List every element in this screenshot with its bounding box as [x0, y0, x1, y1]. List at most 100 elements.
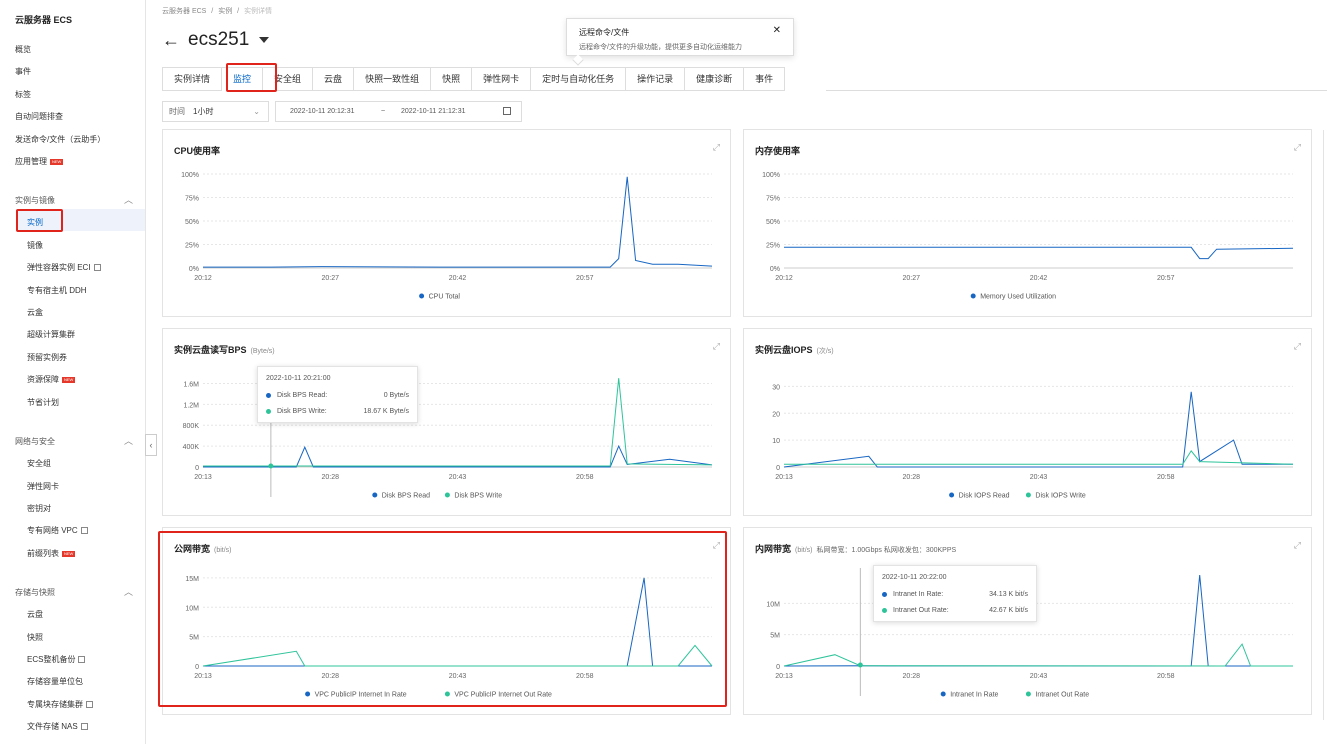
tooltip-time: 2022-10-11 20:22:00 [882, 574, 947, 581]
chart-extra-info: 私网带宽：1.00Gbps 私网收发包：300KPPS [816, 547, 957, 554]
chart-svg: 1.6M 1.2M 800K 400K 0 20:13 20:28 20:43 20:58 Dis… [183, 369, 713, 500]
sidebar-item-nas[interactable]: 文件存储 NAS [27, 721, 88, 732]
legend-dot [1025, 492, 1031, 498]
sidebar-item-security-groups[interactable]: 安全组 [27, 458, 51, 469]
sidebar-item-disks[interactable]: 云盘 [27, 609, 43, 620]
chevron-down-icon: ⌄ [253, 107, 260, 116]
chevron-up-icon[interactable]: ︿ [124, 585, 133, 598]
chevron-up-icon[interactable]: ︿ [124, 193, 133, 206]
breadcrumb-ecs[interactable]: 云服务器 ECS [162, 8, 206, 15]
sidebar-item-images[interactable]: 镜像 [27, 240, 43, 251]
hover-point [268, 463, 274, 469]
sidebar-item-label: 弹性容器实例 ECI [27, 263, 91, 272]
sidebar-item-prefix-lists[interactable]: 前缀列表 NEW [27, 548, 76, 559]
legend-dot [949, 492, 955, 498]
breadcrumb-instances[interactable]: 实例 [218, 8, 232, 15]
sidebar-title: 云服务器 ECS [15, 15, 73, 25]
sidebar-item-auto-troubleshoot[interactable]: 自动问题排查 [15, 111, 63, 122]
chart-title-text: CPU使用率 [174, 146, 221, 156]
sidebar-item-ddh[interactable]: 专有宿主机 DDH [27, 285, 87, 296]
sidebar-item-eni[interactable]: 弹性网卡 [27, 481, 59, 492]
tooltip-time: 2022-10-11 20:21:00 [266, 375, 331, 382]
chevron-up-icon[interactable]: ︿ [124, 434, 133, 447]
external-link-icon [80, 527, 88, 535]
back-arrow-icon[interactable]: ← [162, 30, 180, 50]
sidebar-item-ecs-backup[interactable]: ECS整机备份 [27, 654, 86, 665]
tab-snapshots[interactable]: 快照 [431, 67, 473, 91]
sidebar-item-label: 资源保障 [27, 375, 59, 384]
expand-icon[interactable]: ⤢ [713, 142, 720, 153]
sidebar-item-overview[interactable]: 概览 [15, 44, 31, 55]
sidebar-item-super-computing[interactable]: 超级计算集群 [27, 329, 75, 340]
sidebar-item-eci[interactable]: 弹性容器实例 ECI [27, 262, 101, 273]
y-tick-label: 25% [766, 243, 780, 250]
y-tick-label: 0% [189, 266, 199, 273]
tooltip-value: 0 Byte/s [383, 392, 409, 399]
tab-events[interactable]: 事件 [744, 67, 786, 91]
chart-unit: (次/s) [816, 348, 834, 355]
sidebar-item-vpc[interactable]: 专有网络 VPC [27, 525, 88, 536]
legend-dot [266, 392, 271, 398]
y-tick-label: 800K [183, 423, 200, 430]
sidebar-item-resource-assurance[interactable]: 资源保障 NEW [27, 374, 76, 385]
popover-arrow [572, 54, 584, 66]
breadcrumb: 云服务器 ECS / 实例 / 实例详情 [162, 6, 275, 16]
external-link-icon [86, 701, 93, 709]
legend-dot [882, 591, 887, 597]
chart-card-disk-bps: 1.6M 1.2M 800K 400K 0 20:13 20:28 20:43 20:58 Dis… [162, 328, 731, 516]
tab-health-diagnosis[interactable]: 健康诊断 [685, 67, 745, 91]
sidebar-item-savings-plan[interactable]: 节省计划 [27, 397, 59, 408]
tab-snapshot-consistency-groups[interactable]: 快照一致性组 [354, 67, 432, 91]
sidebar-group-instances-images[interactable]: 实例与镜像 [15, 195, 55, 206]
sidebar-group-storage-snapshots[interactable]: 存储与快照 [15, 587, 55, 598]
sidebar-item-tags[interactable]: 标签 [15, 89, 31, 100]
series-line [784, 246, 1294, 260]
legend-label: CPU Total [429, 294, 461, 301]
sidebar-item-key-pairs[interactable]: 密钥对 [27, 503, 51, 514]
x-tick-label: 20:27 [902, 275, 920, 282]
y-tick-label: 50% [185, 219, 199, 226]
sidebar-item-label: ECS整机备份 [27, 655, 76, 664]
highlight-box-public-bandwidth [158, 531, 727, 707]
x-tick-label: 20:43 [1030, 474, 1048, 481]
date-range-picker[interactable]: 2022-10-11 20:12:31 ~ 2022-10-11 21:12:3… [275, 101, 522, 122]
highlight-box-monitoring-tab [226, 63, 277, 92]
x-tick-label: 20:12 [775, 275, 793, 282]
sidebar-collapse-button[interactable]: ‹ [145, 434, 157, 456]
sidebar-item-dedicated-block-storage[interactable]: 专属块存储集群 [27, 699, 93, 710]
sidebar-item-cloud-box[interactable]: 云盒 [27, 307, 43, 318]
chart-svg: 100% 75% 50% 25% 0% 20:12 20:27 20:42 20:57 CPU T… [181, 172, 713, 301]
sidebar-group-network-security[interactable]: 网络与安全 [15, 436, 55, 447]
expand-icon[interactable]: ⤢ [713, 341, 720, 352]
chart-card-memory: 100% 75% 50% 25% 0% 20:12 20:27 20:42 20:57 Memor… [743, 129, 1312, 317]
tab-eni[interactable]: 弹性网卡 [472, 67, 532, 91]
expand-icon[interactable]: ⤢ [1294, 540, 1301, 551]
sidebar-item-snapshots[interactable]: 快照 [27, 632, 43, 643]
tab-disks[interactable]: 云盘 [313, 67, 355, 91]
tooltip-row: Disk BPS Write: [266, 408, 327, 415]
sidebar-item-reserved-instances[interactable]: 预留实例券 [27, 352, 67, 363]
chart-title: 内网带宽 (bit/s) 私网带宽：1.00Gbps 私网收发包：300KPPS [755, 542, 956, 555]
caret-down-icon[interactable] [259, 37, 270, 43]
sidebar-item-cloud-assistant[interactable]: 发送命令/文件（云助手） [15, 134, 105, 145]
x-tick-label: 20:58 [1157, 673, 1175, 680]
tab-scheduled-tasks[interactable]: 定时与自动化任务 [531, 67, 627, 91]
tab-operation-logs[interactable]: 操作记录 [626, 67, 686, 91]
legend-dot [444, 492, 450, 498]
sidebar-item-storage-capacity-unit[interactable]: 存储容量单位包 [27, 676, 83, 687]
time-range-select[interactable]: 时间 1小时 ⌄ [162, 101, 269, 122]
y-tick-label: 0% [770, 266, 780, 273]
external-link-icon [78, 656, 86, 664]
chart-title-text: 内网带宽 [755, 544, 792, 554]
sidebar-item-app-management[interactable]: 应用管理 NEW [15, 156, 64, 167]
expand-icon[interactable]: ⤢ [1294, 142, 1301, 153]
sidebar-item-events[interactable]: 事件 [15, 66, 31, 77]
range-separator: ~ [381, 108, 386, 115]
expand-icon[interactable]: ⤢ [1294, 341, 1301, 352]
sidebar: 云服务器 ECS 概览 事件 标签 自动问题排查 发送命令/文件（云助手） 应用… [0, 0, 146, 744]
tab-instance-details[interactable]: 实例详情 [162, 67, 223, 91]
sidebar-item-label: 文件存储 NAS [27, 722, 78, 731]
tab-bar-divider [826, 90, 1327, 91]
calendar-icon[interactable] [503, 107, 511, 115]
close-icon[interactable]: ✕ [773, 25, 781, 36]
